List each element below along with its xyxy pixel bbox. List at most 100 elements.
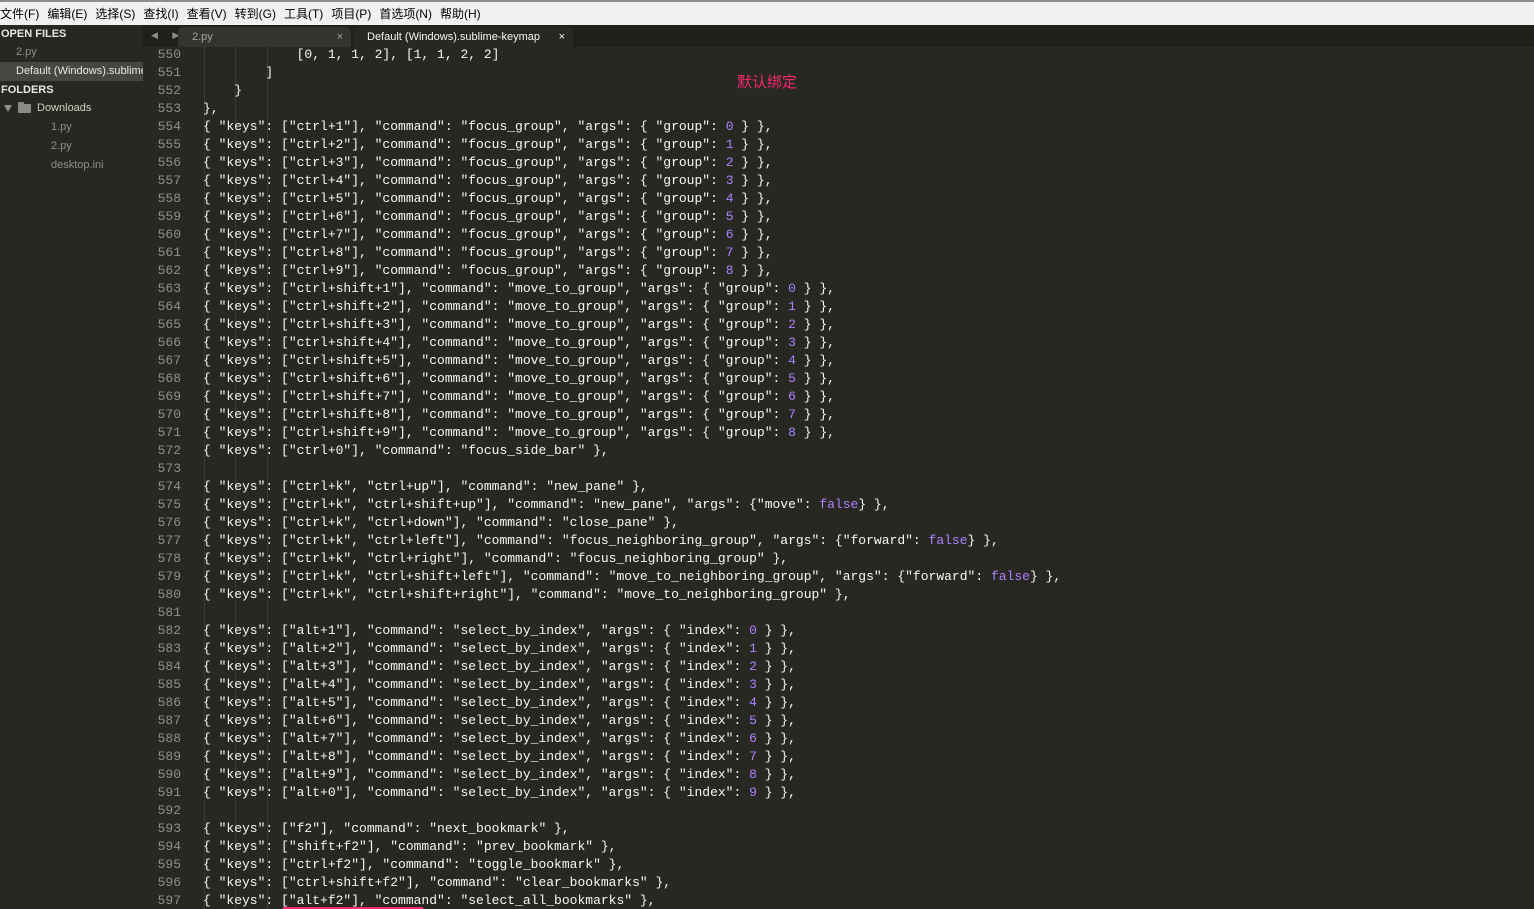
- code-text: { "keys": ["ctrl+f2"], "command": "toggl…: [203, 857, 625, 872]
- line-number: 563: [157, 281, 181, 296]
- tab-close-icon[interactable]: ×: [559, 27, 565, 47]
- folder-downloads[interactable]: Downloads: [0, 99, 143, 118]
- tab-2py[interactable]: 2.py ×: [178, 27, 351, 47]
- line-number: 585: [157, 677, 181, 692]
- code-text: { "keys": ["ctrl+shift+1"], "command": "…: [203, 281, 835, 296]
- code-text: },: [203, 101, 219, 116]
- code-text: { "keys": ["alt+6"], "command": "select_…: [203, 713, 796, 728]
- code-editor[interactable]: 550 [0, 1, 1, 2], [1, 1, 2, 2] 551 ] 552 }…: [143, 47, 1534, 909]
- line-number: 558: [157, 191, 181, 206]
- code-text: { "keys": ["alt+4"], "command": "select_…: [203, 677, 796, 692]
- line-number: 554: [157, 119, 181, 134]
- line-number: 580: [157, 587, 181, 602]
- code-text: { "keys": ["alt+7"], "command": "select_…: [203, 731, 796, 746]
- line-number: 550: [157, 47, 181, 62]
- open-file-item[interactable]: 2.py: [0, 43, 143, 62]
- code-text: { "keys": ["ctrl+shift+9"], "command": "…: [203, 425, 835, 440]
- code-text: { "keys": ["ctrl+k", "ctrl+down"], "comm…: [203, 515, 679, 530]
- expand-triangle-icon[interactable]: [4, 105, 12, 112]
- code-text: { "keys": ["ctrl+shift+5"], "command": "…: [203, 353, 835, 368]
- line-number: 584: [157, 659, 181, 674]
- line-number: 588: [157, 731, 181, 746]
- code-text: { "keys": ["ctrl+shift+8"], "command": "…: [203, 407, 835, 422]
- line-number: 582: [157, 623, 181, 638]
- line-number: 559: [157, 209, 181, 224]
- line-number: 551: [157, 65, 181, 80]
- code-text: { "keys": ["alt+f2"], "command": "select…: [203, 893, 656, 908]
- line-number: 593: [157, 821, 181, 836]
- code-text: { "keys": ["alt+1"], "command": "select_…: [203, 623, 796, 638]
- line-number: 560: [157, 227, 181, 242]
- menu-item[interactable]: 查看(V): [187, 5, 234, 22]
- folder-file-item[interactable]: desktop.ini: [0, 156, 143, 175]
- folder-label: Downloads: [37, 102, 92, 114]
- code-text: { "keys": ["ctrl+6"], "command": "focus_…: [203, 209, 773, 224]
- menu-item[interactable]: 项目(P): [331, 5, 378, 22]
- menu-item[interactable]: 转到(G): [235, 5, 283, 22]
- code-text: { "keys": ["ctrl+4"], "command": "focus_…: [203, 173, 773, 188]
- code-text: { "keys": ["ctrl+shift+2"], "command": "…: [203, 299, 835, 314]
- line-number: 555: [157, 137, 181, 152]
- folder-file-item[interactable]: 1.py: [0, 118, 143, 137]
- code-text: { "keys": ["shift+f2"], "command": "prev…: [203, 839, 617, 854]
- code-text: { "keys": ["ctrl+3"], "command": "focus_…: [203, 155, 773, 170]
- menu-item[interactable]: 帮助(H): [440, 5, 488, 22]
- code-text: { "keys": ["ctrl+shift+3"], "command": "…: [203, 317, 835, 332]
- line-number: 557: [157, 173, 181, 188]
- tab-label: Default (Windows).sublime-keymap: [367, 31, 540, 43]
- line-number: 565: [157, 317, 181, 332]
- code-text: { "keys": ["f2"], "command": "next_bookm…: [203, 821, 570, 836]
- line-number: 574: [157, 479, 181, 494]
- menu-item[interactable]: 查找(I): [143, 5, 185, 22]
- code-text: { "keys": ["ctrl+shift+7"], "command": "…: [203, 389, 835, 404]
- code-text: { "keys": ["ctrl+9"], "command": "focus_…: [203, 263, 773, 278]
- line-number: 564: [157, 299, 181, 314]
- code-text: { "keys": ["ctrl+7"], "command": "focus_…: [203, 227, 773, 242]
- code-text: { "keys": ["ctrl+k", "ctrl+shift+left"],…: [203, 569, 1062, 584]
- code-text: }: [203, 83, 243, 98]
- line-number: 569: [157, 389, 181, 404]
- code-text: [0, 1, 1, 2], [1, 1, 2, 2]: [203, 47, 500, 62]
- line-number: 566: [157, 335, 181, 350]
- line-number: 575: [157, 497, 181, 512]
- line-number: 572: [157, 443, 181, 458]
- line-number: 568: [157, 371, 181, 386]
- tab-label: 2.py: [192, 31, 213, 43]
- menu-item[interactable]: 工具(T): [284, 5, 330, 22]
- menu-item[interactable]: 首选项(N): [379, 5, 439, 22]
- code-text: { "keys": ["ctrl+1"], "command": "focus_…: [203, 119, 773, 134]
- line-number: 576: [157, 515, 181, 530]
- line-number: 583: [157, 641, 181, 656]
- line-number: 596: [157, 875, 181, 890]
- folder-icon: [18, 102, 31, 113]
- open-file-item-active[interactable]: Default (Windows).sublime-keymap: [0, 62, 143, 81]
- line-number: 597: [157, 893, 181, 908]
- line-number: 594: [157, 839, 181, 854]
- menu-item[interactable]: 编辑(E): [47, 5, 94, 22]
- line-number: 571: [157, 425, 181, 440]
- line-number: 553: [157, 101, 181, 116]
- menu-item[interactable]: 选择(S): [95, 5, 142, 22]
- line-number: 562: [157, 263, 181, 278]
- line-number: 590: [157, 767, 181, 782]
- code-text: { "keys": ["ctrl+k", "ctrl+shift+up"], "…: [203, 497, 890, 512]
- annotation-text: 默认绑定: [737, 73, 798, 91]
- menu-item[interactable]: 文件(F): [0, 5, 46, 22]
- code-text: { "keys": ["ctrl+shift+f2"], "command": …: [203, 875, 672, 890]
- code-text: { "keys": ["ctrl+8"], "command": "focus_…: [203, 245, 773, 260]
- line-number: 552: [157, 83, 181, 98]
- tab-close-icon[interactable]: ×: [337, 27, 343, 47]
- code-text: { "keys": ["ctrl+k", "ctrl+up"], "comman…: [203, 479, 648, 494]
- code-text: { "keys": ["ctrl+k", "ctrl+shift+right"]…: [203, 587, 851, 602]
- line-number: 561: [157, 245, 181, 260]
- code-text: { "keys": ["ctrl+k", "ctrl+left"], "comm…: [203, 533, 999, 548]
- folders-heading: FOLDERS: [1, 84, 54, 96]
- code-text: { "keys": ["alt+8"], "command": "select_…: [203, 749, 796, 764]
- tab-keymap[interactable]: Default (Windows).sublime-keymap ×: [353, 27, 573, 47]
- folder-file-item[interactable]: 2.py: [0, 137, 143, 156]
- line-number: 578: [157, 551, 181, 566]
- code-text: { "keys": ["ctrl+2"], "command": "focus_…: [203, 137, 773, 152]
- code-text: { "keys": ["ctrl+shift+6"], "command": "…: [203, 371, 835, 386]
- line-number: 577: [157, 533, 181, 548]
- line-number: 570: [157, 407, 181, 422]
